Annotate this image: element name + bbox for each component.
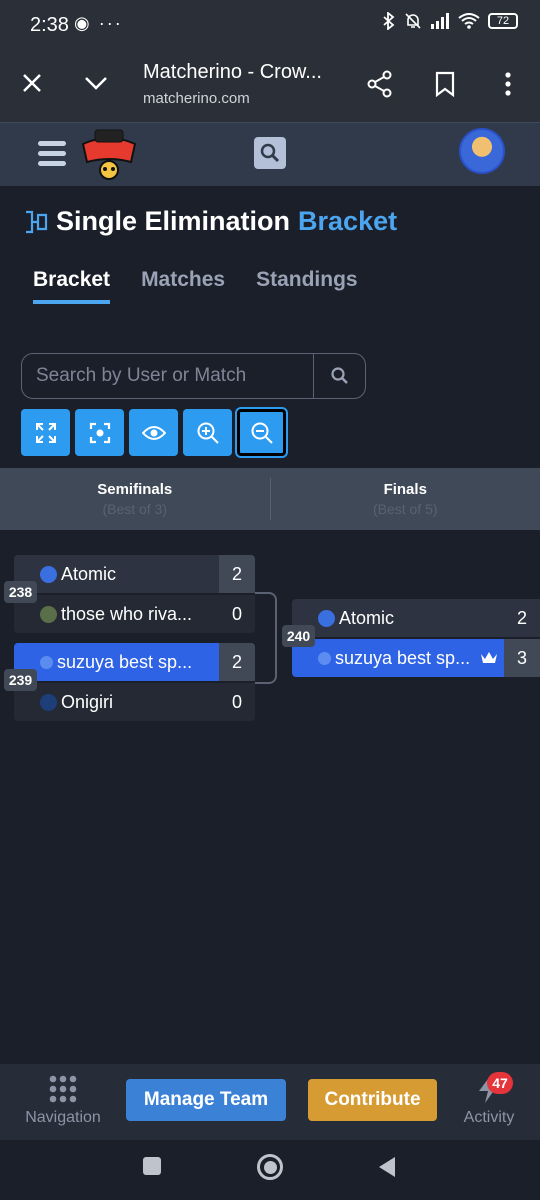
search-button[interactable] xyxy=(313,354,365,398)
team-score: 0 xyxy=(231,604,242,624)
battery-icon: 72 xyxy=(488,13,518,29)
round-name: Semifinals xyxy=(97,481,173,498)
activity-badge: 47 xyxy=(487,1072,513,1094)
round-semifinals: Semifinals (Best of 3) xyxy=(0,468,270,530)
team-cell: Onigiri xyxy=(14,692,219,713)
bracket-search xyxy=(21,353,366,399)
match-number: 239 xyxy=(4,669,37,691)
team-logo-icon xyxy=(40,693,57,711)
team-logo-icon xyxy=(318,651,331,665)
match-number: 238 xyxy=(4,581,37,603)
fullscreen-button[interactable] xyxy=(21,409,70,456)
team-name: Onigiri xyxy=(61,691,114,712)
view-button[interactable] xyxy=(129,409,178,456)
match-card[interactable]: Atomic 2 those who riva... 0 xyxy=(14,555,255,633)
team-cell: Atomic xyxy=(14,564,219,585)
team-cell: Atomic xyxy=(292,608,504,629)
team-name: those who riva... xyxy=(61,603,193,624)
zoom-out-button[interactable] xyxy=(237,409,286,456)
team-name: Atomic xyxy=(339,607,395,628)
zoom-out-icon xyxy=(251,422,273,444)
team-cell: suzuya best sp... xyxy=(14,652,219,673)
wifi-icon xyxy=(458,13,480,29)
recents-icon[interactable] xyxy=(143,1157,161,1175)
header-search-button[interactable] xyxy=(254,137,286,169)
zoom-in-icon xyxy=(197,422,219,444)
title-accent: Bracket xyxy=(298,206,398,236)
status-notification-icons: ◉ ··· xyxy=(74,13,123,33)
match-card[interactable]: suzuya best sp... 2 Onigiri 0 xyxy=(14,643,255,721)
team-cell: suzuya best sp... xyxy=(292,648,504,669)
title-main: Single Elimination xyxy=(56,206,291,236)
match-team-row[interactable]: suzuya best sp... 2 xyxy=(14,643,255,681)
search-input[interactable] xyxy=(22,354,313,398)
team-logo-icon xyxy=(40,565,57,583)
team-name: suzuya best sp... xyxy=(57,651,193,672)
round-finals: Finals (Best of 5) xyxy=(271,468,540,530)
match-team-row[interactable]: those who riva... 0 xyxy=(14,595,255,633)
home-icon[interactable] xyxy=(257,1154,283,1180)
tab-bar: Bracket Matches Standings xyxy=(33,268,358,304)
team-logo-icon xyxy=(40,655,53,669)
round-header: Semifinals (Best of 3) Finals (Best of 5… xyxy=(0,468,540,530)
team-score: 0 xyxy=(231,692,242,712)
team-score: 2 xyxy=(219,555,255,593)
browser-url[interactable]: matcherino.com xyxy=(143,90,250,107)
home-dot xyxy=(263,1160,277,1174)
page-title: Single Elimination Bracket xyxy=(24,206,397,237)
team-logo-icon xyxy=(40,605,57,623)
back-icon[interactable] xyxy=(377,1156,397,1178)
tab-standings[interactable]: Standings xyxy=(256,268,358,304)
status-time: 2:38 xyxy=(30,14,69,36)
team-score: 2 xyxy=(219,643,255,681)
focus-button[interactable] xyxy=(75,409,124,456)
search-icon xyxy=(330,367,348,384)
nav-label: Activity xyxy=(463,1109,515,1126)
team-name: Atomic xyxy=(61,563,117,584)
tab-bracket[interactable]: Bracket xyxy=(33,268,111,304)
close-icon[interactable] xyxy=(21,72,43,94)
bracket-toolbar xyxy=(21,409,286,456)
browser-page-title: Matcherino - Crow... xyxy=(143,61,322,83)
match-number: 240 xyxy=(282,625,315,647)
bluetooth-icon xyxy=(383,12,395,30)
status-right-icons: 72 xyxy=(382,12,518,30)
team-logo-icon xyxy=(318,609,335,627)
match-team-row[interactable]: suzuya best sp... 3 xyxy=(292,639,540,677)
round-format: (Best of 5) xyxy=(372,501,438,517)
grid-icon xyxy=(49,1075,77,1103)
signal-icon xyxy=(431,13,449,29)
bracket-connector xyxy=(255,592,277,684)
menu-icon[interactable] xyxy=(38,141,66,171)
match-card[interactable]: Atomic 2 suzuya best sp... 3 xyxy=(292,599,540,677)
crown-icon xyxy=(481,652,498,663)
more-options-icon[interactable] xyxy=(504,71,512,97)
team-score: 2 xyxy=(504,599,540,637)
team-score: 3 xyxy=(504,639,540,677)
brawl-stars-logo[interactable] xyxy=(77,126,141,180)
round-name: Finals xyxy=(383,481,427,498)
tab-matches[interactable]: Matches xyxy=(141,268,225,304)
zoom-in-button[interactable] xyxy=(183,409,232,456)
match-team-row[interactable]: Atomic 2 xyxy=(292,599,540,637)
focus-icon xyxy=(89,422,110,443)
contribute-button[interactable]: Contribute xyxy=(308,1079,437,1121)
nav-label: Navigation xyxy=(25,1109,101,1126)
bookmark-icon[interactable] xyxy=(434,71,456,97)
nav-navigation[interactable]: Navigation xyxy=(20,1074,106,1127)
team-cell: those who riva... xyxy=(14,604,219,625)
avatar[interactable] xyxy=(459,128,505,174)
bell-muted-icon xyxy=(405,13,421,29)
match-team-row[interactable]: Atomic 2 xyxy=(14,555,255,593)
team-name: suzuya best sp... xyxy=(335,647,471,668)
round-format: (Best of 3) xyxy=(102,501,168,517)
search-icon xyxy=(260,143,280,163)
eye-icon xyxy=(141,425,166,440)
manage-team-button[interactable]: Manage Team xyxy=(126,1079,286,1121)
expand-icon xyxy=(35,422,56,443)
chevron-down-icon[interactable] xyxy=(83,75,109,91)
match-team-row[interactable]: Onigiri 0 xyxy=(14,683,255,721)
share-icon[interactable] xyxy=(367,70,393,98)
bracket-icon xyxy=(26,210,48,233)
